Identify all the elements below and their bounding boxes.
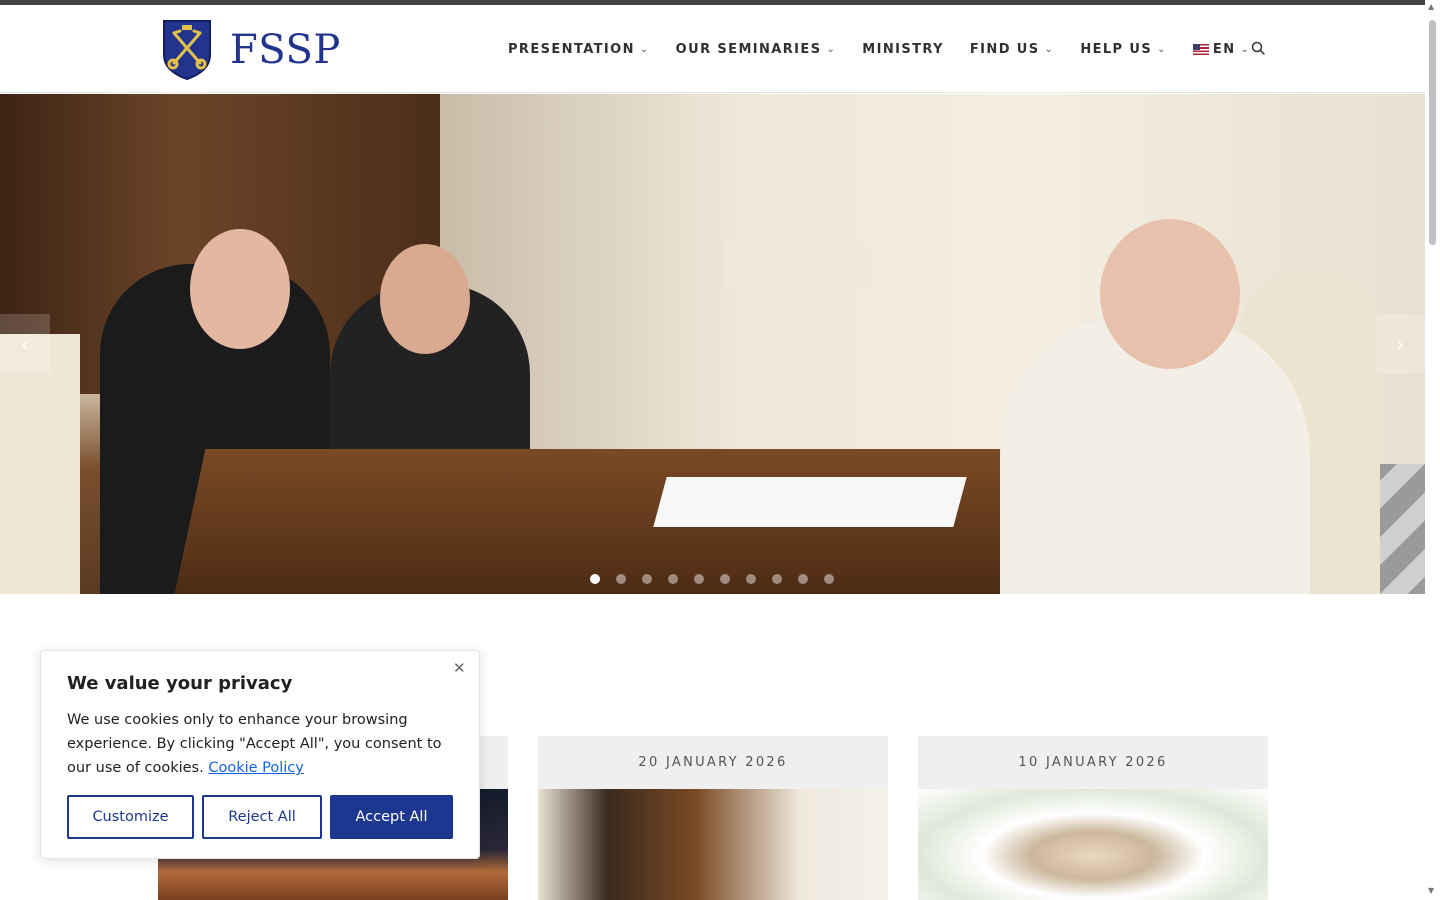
cookie-policy-link[interactable]: Cookie Policy [208,760,304,776]
nav-item-find-us[interactable]: FIND US ⌄ [970,42,1054,57]
scroll-down-arrow-icon[interactable]: ▼ [1428,886,1434,895]
nav-label: PRESENTATION [508,41,635,57]
accept-all-button[interactable]: Accept All [330,795,453,839]
chevron-down-icon: ⌄ [826,43,837,55]
post-card[interactable]: 20 JANUARY 2026 [538,736,888,900]
chevron-left-icon: ‹ [21,332,29,356]
hero-photo-lamp [725,242,875,287]
chevron-right-icon: › [1396,332,1404,356]
site-logo[interactable]: FSSP [162,19,341,80]
nav-item-presentation[interactable]: PRESENTATION ⌄ [508,42,650,57]
slider-dot[interactable] [616,574,626,584]
reject-all-button[interactable]: Reject All [202,795,322,839]
close-icon[interactable]: ✕ [453,659,466,677]
slider-dot[interactable] [824,574,834,584]
hero-photo-pope-head [1100,219,1240,369]
nav-label: OUR SEMINARIES [675,41,822,57]
site-header: FSSP PRESENTATION ⌄ OUR SEMINARIES ⌄ MIN… [0,5,1425,93]
shield-keys-icon [163,20,211,80]
chevron-down-icon: ⌄ [1044,43,1055,55]
hero-slider [0,94,1425,594]
page-scrollbar[interactable]: ▲ ▼ [1425,0,1440,900]
language-switcher[interactable]: EN ⌄ [1192,41,1251,57]
nav-item-our-seminaries[interactable]: OUR SEMINARIES ⌄ [676,42,837,57]
hero-photo-papers [653,477,967,527]
cookie-title: We value your privacy [67,673,293,694]
chevron-down-icon: ⌄ [1240,43,1251,55]
search-icon[interactable] [1251,41,1265,55]
post-date: 10 JANUARY 2026 [1018,755,1168,770]
chevron-down-icon: ⌄ [639,43,650,55]
slider-dots [590,574,850,584]
language-label: EN [1212,41,1236,57]
main-nav: PRESENTATION ⌄ OUR SEMINARIES ⌄ MINISTRY… [508,5,1276,93]
scrollbar-thumb[interactable] [1429,20,1436,245]
cookie-message: We use cookies only to enhance your brow… [67,708,462,780]
us-flag-icon [1192,43,1209,55]
slider-dot[interactable] [720,574,730,584]
hero-photo-priest-head [380,244,470,354]
nav-label: MINISTRY [862,41,944,57]
hero-photo-priest-head [190,229,290,349]
post-date: 20 JANUARY 2026 [638,755,788,770]
nav-item-ministry[interactable]: MINISTRY [862,42,944,57]
cookie-consent-dialog: We value your privacy ✕ We use cookies o… [40,650,480,859]
post-thumbnail[interactable] [918,789,1268,900]
customize-button[interactable]: Customize [67,795,194,839]
nav-label: FIND US [969,41,1040,57]
slider-dot[interactable] [642,574,652,584]
slider-prev-button[interactable]: ‹ [0,314,50,374]
nav-label: HELP US [1080,41,1153,57]
post-card[interactable]: 10 JANUARY 2026 [918,736,1268,900]
slider-dot[interactable] [590,574,600,584]
slider-dot[interactable] [668,574,678,584]
nav-item-help-us[interactable]: HELP US ⌄ [1080,42,1167,57]
post-thumbnail[interactable] [538,789,888,900]
chevron-down-icon: ⌄ [1157,43,1167,55]
slider-dot[interactable] [694,574,704,584]
scroll-up-arrow-icon[interactable]: ▲ [1428,2,1434,11]
logo-text: FSSP [230,26,341,73]
slider-dot[interactable] [746,574,756,584]
slider-dot[interactable] [772,574,782,584]
slider-dot[interactable] [798,574,808,584]
slider-next-button[interactable]: › [1375,314,1425,374]
